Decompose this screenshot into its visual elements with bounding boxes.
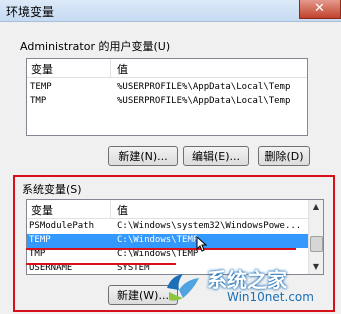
- user-vars-list[interactable]: 变量 值 TEMP %USERPROFILE%\AppData\Local\Te…: [26, 58, 308, 136]
- scroll-up-icon[interactable]: ▲: [309, 200, 323, 214]
- user-vars-label: Administrator 的用户变量(U): [20, 40, 171, 53]
- window-title: 环境变量: [6, 5, 55, 19]
- mouse-cursor-icon: [196, 236, 208, 252]
- var-name: TEMP: [30, 82, 52, 92]
- annotation-underline: [26, 248, 296, 250]
- user-edit-button[interactable]: 编辑(E)...: [183, 146, 249, 166]
- user-vars-header: 变量 值: [27, 59, 307, 78]
- brand-logo-icon: [167, 274, 199, 301]
- close-icon: ✕: [314, 1, 325, 16]
- table-row[interactable]: TEMP %USERPROFILE%\AppData\Local\Temp: [27, 81, 307, 95]
- var-name: TMP: [30, 96, 47, 106]
- watermark: 系统之家 Win10net.com: [163, 258, 333, 310]
- user-new-button[interactable]: 新建(N)...: [108, 146, 178, 166]
- table-row[interactable]: TMP %USERPROFILE%\AppData\Local\Temp: [27, 95, 307, 109]
- title-bar: 环境变量 ✕: [0, 0, 341, 22]
- col-value[interactable]: 值: [117, 61, 128, 77]
- watermark-url: Win10net.com: [227, 290, 314, 304]
- annotation-underline: [26, 263, 176, 265]
- column-divider[interactable]: [110, 59, 111, 77]
- var-value: C:\Windows\system32\WindowsPowe...: [117, 221, 302, 231]
- var-name: TMP: [29, 249, 46, 259]
- var-name: TEMP: [29, 235, 51, 245]
- environment-variables-dialog: 环境变量 ✕ Administrator 的用户变量(U) 变量 值 TEMP …: [0, 0, 341, 314]
- col-variable[interactable]: 变量: [31, 202, 53, 218]
- system-vars-header: 变量 值: [27, 200, 323, 219]
- table-row-selected[interactable]: TEMP C:\Windows\TEMP: [27, 234, 308, 248]
- scroll-thumb[interactable]: [310, 236, 323, 252]
- user-delete-button[interactable]: 删除(D): [258, 146, 310, 166]
- var-value: %USERPROFILE%\AppData\Local\Temp: [117, 96, 291, 106]
- watermark-brand: 系统之家: [207, 268, 287, 292]
- var-value: C:\Windows\TEMP: [117, 235, 199, 245]
- column-divider[interactable]: [110, 200, 111, 218]
- var-name: PSModulePath: [29, 221, 95, 231]
- table-row[interactable]: PSModulePath C:\Windows\system32\Windows…: [27, 220, 308, 234]
- close-button[interactable]: ✕: [299, 0, 341, 19]
- col-value[interactable]: 值: [117, 202, 128, 218]
- var-value: %USERPROFILE%\AppData\Local\Temp: [117, 82, 291, 92]
- system-vars-label: 系统变量(S): [22, 183, 82, 196]
- col-variable[interactable]: 变量: [31, 61, 53, 77]
